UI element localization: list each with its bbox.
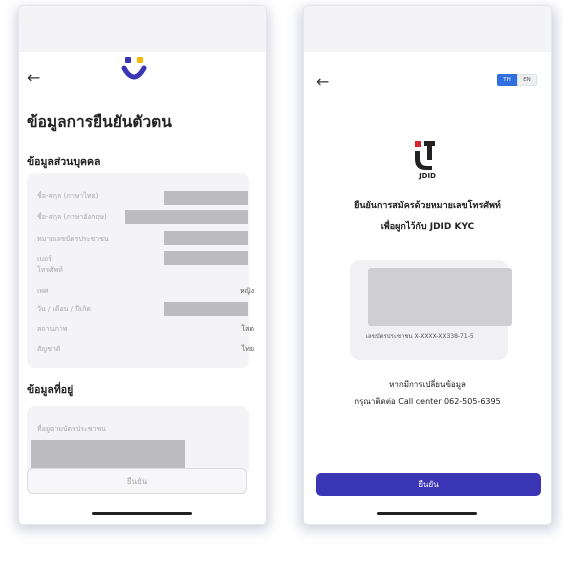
home-indicator (92, 512, 192, 515)
page-title: ข้อมูลการยืนยันตัวตน (27, 113, 172, 131)
row-label-phone-2: โทรศัพท์ (37, 266, 63, 274)
id-card: เลขบัตรประชาชน X-XXXX-XX338-71-5 (350, 260, 512, 360)
redacted-value (164, 302, 248, 316)
row-label-birthdate: วัน / เดือน / ปีเกิด (37, 305, 91, 313)
back-arrow-icon[interactable]: ← (27, 70, 40, 86)
jdid-logo-icon (415, 141, 435, 170)
smile-logo-icon (121, 57, 147, 80)
lang-en-button[interactable]: EN (517, 74, 537, 86)
row-label-nationality: สัญชาติ (37, 345, 61, 353)
heading-line-1: ยืนยันการสมัครด้วยหมายเลขโทรศัพท์ (354, 201, 501, 211)
heading-line-2: เพื่อผูกไว้กับ JDID KYC (380, 222, 475, 232)
address-section-title: ข้อมูลที่อยู่ (27, 384, 74, 396)
row-label-phone: เบอร์ (37, 255, 52, 263)
lang-th-button[interactable]: TH (497, 74, 517, 86)
back-arrow-icon[interactable]: ← (316, 74, 329, 90)
redacted-value (164, 191, 248, 205)
row-label-gender: เพศ (37, 287, 49, 295)
info-line-1: หากมีการเปลี่ยนข้อมูล (389, 380, 466, 389)
status-bar (19, 6, 266, 52)
info-line-2: กรุณาติดต่อ Call center 062-505-6395 (354, 397, 501, 406)
row-label-id-number: หมายเลขบัตรประชาชน (37, 235, 109, 243)
row-value-status: โสด (241, 325, 254, 333)
redacted-value (164, 231, 248, 245)
confirm-button[interactable]: ยืนยัน (27, 468, 247, 494)
brand-name: JDID (419, 172, 436, 180)
status-bar (304, 6, 551, 52)
row-label-name-en: ชื่อ-สกุล (ภาษาอังกฤษ) (37, 213, 107, 221)
redacted-address (31, 440, 185, 468)
redacted-id-photo (368, 268, 512, 326)
id-card-number: เลขบัตรประชาชน X-XXXX-XX338-71-5 (366, 333, 474, 340)
right-phone-screen: ← TH EN JDID ยืนยันการสมัครด้วยหมายเลขโท… (304, 6, 551, 524)
personal-section-title: ข้อมูลส่วนบุคคล (27, 156, 101, 168)
row-value-gender: หญิง (240, 287, 254, 295)
row-label-address: ที่อยู่ตามบัตรประชาชน (37, 425, 106, 433)
row-label-status: สถานภาพ (37, 325, 68, 333)
language-toggle: TH EN (497, 74, 537, 86)
home-indicator (377, 512, 477, 515)
redacted-value (125, 210, 248, 224)
row-value-nationality: ไทย (241, 345, 254, 353)
redacted-value (164, 251, 248, 265)
confirm-button[interactable]: ยืนยัน (316, 473, 541, 496)
left-phone-screen: ← ข้อมูลการยืนยันตัวตน ข้อมูลส่วนบุคคล ช… (19, 6, 266, 524)
row-label-name-th: ชื่อ-สกุล (ภาษาไทย) (37, 192, 99, 200)
